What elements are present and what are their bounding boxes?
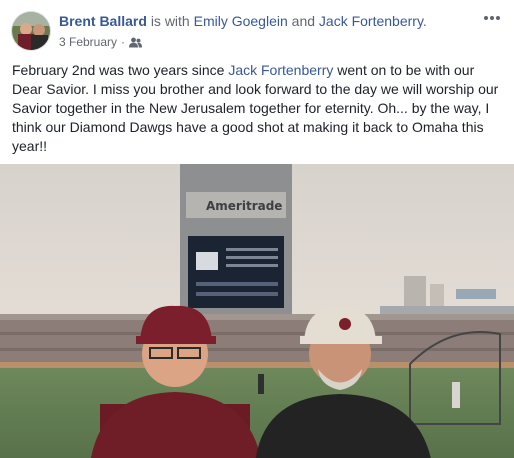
author-link[interactable]: Brent Ballard	[59, 13, 147, 29]
header-line: Brent Ballard is with Emily Goeglein and…	[59, 12, 427, 30]
photo-image: Ameritrade	[0, 164, 514, 458]
and-text: and	[291, 13, 316, 29]
separator-dot: ·	[121, 35, 126, 49]
post-text-part: February 2nd was two years since	[12, 62, 229, 78]
post-meta: 3 February ·	[59, 34, 143, 50]
with-text: is with	[150, 13, 190, 29]
more-options-icon	[484, 16, 500, 20]
tagged-person-link[interactable]: Jack Fortenberry	[319, 13, 423, 29]
tagged-person-link[interactable]: Emily Goeglein	[194, 13, 288, 29]
more-options-button[interactable]	[480, 6, 504, 30]
post-message: February 2nd was two years since Jack Fo…	[12, 61, 506, 156]
period-text: .	[422, 13, 427, 29]
post-photo[interactable]: Ameritrade	[0, 164, 514, 458]
avatar-photo	[12, 12, 50, 50]
mention-link[interactable]: Jack Fortenberry	[228, 62, 333, 78]
avatar[interactable]	[11, 11, 51, 51]
friends-icon[interactable]	[129, 37, 143, 48]
post-date-link[interactable]: 3 February	[59, 34, 117, 50]
post-header: Brent Ballard is with Emily Goeglein and…	[0, 0, 514, 58]
scoreboard-sign: Ameritrade	[206, 199, 282, 213]
